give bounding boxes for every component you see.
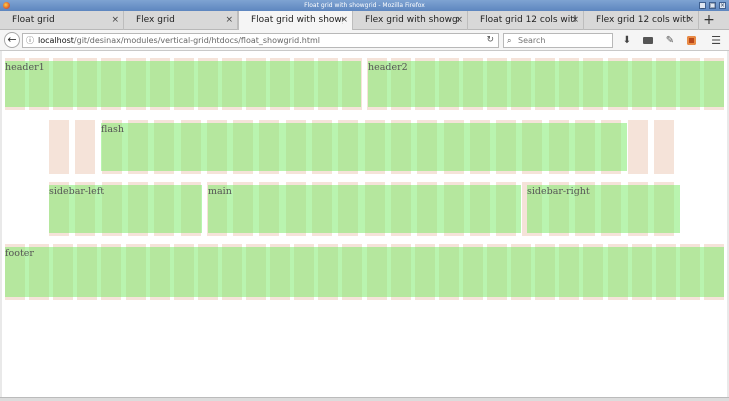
tab-float-grid[interactable]: Float grid × [0, 11, 124, 30]
title-bar: Float grid with showgrid - Mozilla Firef… [0, 0, 729, 11]
tab-label: Float grid [12, 15, 55, 25]
extension-icon[interactable] [684, 33, 698, 48]
region-label: flash [101, 124, 124, 135]
tab-label: Float grid 12 cols with sh [480, 15, 576, 25]
grid-column [49, 120, 69, 174]
region-header2: header2 [368, 61, 724, 107]
library-icon[interactable] [641, 33, 655, 48]
close-window-button[interactable]: × [719, 2, 726, 9]
page-content: header1 header2 flash sidebar-left main … [2, 51, 727, 397]
region-label: sidebar-left [49, 186, 105, 197]
tab-flex-grid-12-cols[interactable]: Flex grid 12 cols with sh × [584, 11, 699, 30]
back-button[interactable]: ← [4, 32, 20, 48]
url-bar[interactable]: ⓘ localhost/git/desinax/modules/vertical… [22, 33, 499, 48]
search-input[interactable] [518, 35, 608, 46]
tab-label: Flex grid with showgrid [365, 15, 459, 25]
download-icon[interactable]: ⬇ [620, 33, 634, 48]
close-icon[interactable]: × [111, 11, 119, 30]
region-label: header2 [368, 62, 408, 73]
close-icon[interactable]: × [571, 11, 579, 30]
url-path: /git/desinax/modules/vertical-grid/htdoc… [73, 36, 320, 45]
menu-icon[interactable]: ☰ [709, 33, 723, 48]
tab-label: Flex grid 12 cols with sh [596, 15, 690, 25]
region-flash: flash [101, 123, 627, 171]
window-title: Float grid with showgrid - Mozilla Firef… [304, 2, 425, 9]
close-icon[interactable]: × [340, 11, 348, 30]
tab-float-grid-with-showgrid[interactable]: Float grid with showgrid × [238, 11, 353, 31]
navigation-bar: ← ⓘ localhost/git/desinax/modules/vertic… [0, 30, 729, 51]
info-icon[interactable]: ⓘ [26, 34, 34, 47]
tab-flex-grid-with-showgrid[interactable]: Flex grid with showgrid × [353, 11, 468, 30]
url-text: localhost/git/desinax/modules/vertical-g… [38, 34, 320, 47]
tab-flex-grid[interactable]: Flex grid × [124, 11, 238, 30]
window-bottom-edge [0, 397, 729, 401]
region-footer: footer [5, 247, 724, 297]
grid-column [627, 120, 648, 174]
region-label: main [208, 186, 232, 197]
close-icon[interactable]: × [455, 11, 463, 30]
region-label: header1 [5, 62, 45, 73]
search-bar[interactable]: ⌕ [503, 33, 613, 48]
url-host: localhost [38, 36, 74, 45]
maximize-button[interactable]: □ [709, 2, 716, 9]
close-icon[interactable]: × [686, 11, 694, 30]
reload-icon[interactable]: ↻ [486, 34, 494, 47]
minimize-button[interactable]: _ [699, 2, 706, 9]
tab-float-grid-12-cols[interactable]: Float grid 12 cols with sh × [468, 11, 584, 30]
close-icon[interactable]: × [225, 11, 233, 30]
region-header1: header1 [5, 61, 361, 107]
grid-column [75, 120, 96, 174]
browser-window: Float grid with showgrid - Mozilla Firef… [0, 0, 729, 401]
search-icon: ⌕ [507, 36, 512, 45]
tab-strip: Float grid × Flex grid × Float grid with… [0, 11, 729, 31]
region-sidebar-right: sidebar-right [527, 185, 680, 233]
eyedropper-icon[interactable]: ✎ [663, 33, 677, 48]
region-sidebar-left: sidebar-left [49, 185, 202, 233]
tab-label: Flex grid [136, 15, 175, 25]
region-main: main [208, 185, 521, 233]
region-label: footer [5, 248, 34, 259]
grid-column [653, 120, 674, 174]
new-tab-button[interactable]: + [699, 11, 719, 30]
region-label: sidebar-right [527, 186, 590, 197]
tab-label: Float grid with showgrid [251, 15, 343, 25]
